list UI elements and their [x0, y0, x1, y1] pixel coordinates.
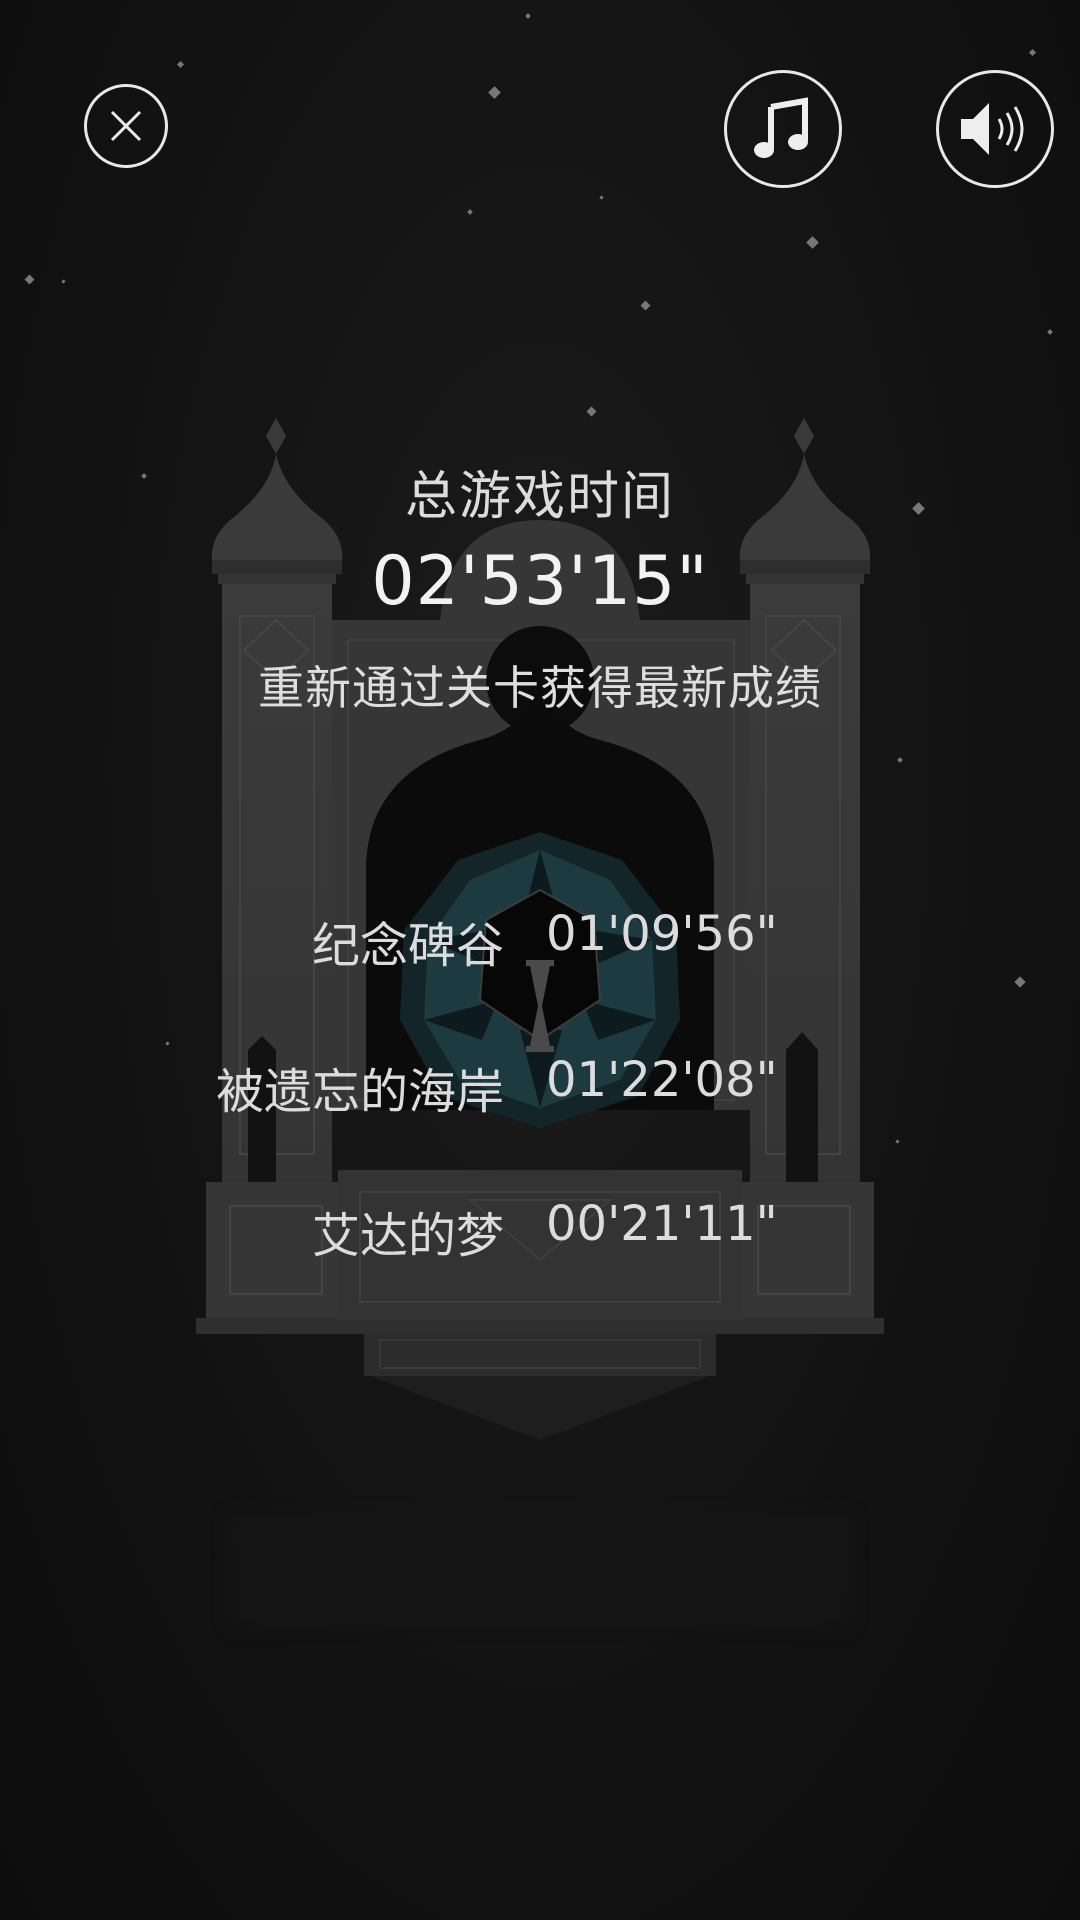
level-time: 00'21'11" [546, 1196, 778, 1252]
close-button[interactable] [84, 84, 168, 168]
level-name: 艾达的梦 [311, 1208, 504, 1264]
replay-hint-text: 重新通过关卡获得最新成绩 [258, 661, 822, 715]
total-playtime-label: 总游戏时间 [404, 467, 675, 527]
star [640, 300, 651, 311]
star [895, 1139, 900, 1144]
star [1014, 976, 1026, 988]
level-name: 纪念碑谷 [311, 918, 504, 974]
sound-toggle-button[interactable] [936, 70, 1054, 188]
star [897, 757, 903, 763]
star [488, 86, 501, 99]
level-row: 纪念碑谷 01'09'56" [0, 906, 1080, 976]
level-row: 艾达的梦 00'21'11" [0, 1196, 1080, 1266]
star [806, 236, 819, 249]
level-name: 被遗忘的海岸 [215, 1064, 504, 1120]
speaker-icon [961, 103, 1024, 155]
game-stats-screen: 总游戏时间 02'53'15" 重新通过关卡获得最新成绩 纪念碑谷 01'09'… [0, 0, 1080, 1920]
close-icon [110, 110, 142, 142]
star [525, 13, 531, 19]
star [1047, 329, 1053, 335]
ground-shadow [230, 1515, 850, 1625]
star [61, 279, 66, 284]
music-toggle-button[interactable] [724, 70, 842, 188]
star [165, 1041, 170, 1046]
total-playtime-value: 02'53'15" [371, 542, 709, 621]
music-note-icon [754, 97, 808, 158]
star [467, 209, 473, 215]
level-time: 01'09'56" [546, 906, 778, 962]
star [176, 60, 185, 69]
star [24, 274, 35, 285]
star [1028, 48, 1037, 57]
level-row: 被遗忘的海岸 01'22'08" [0, 1052, 1080, 1122]
level-time: 01'22'08" [546, 1052, 778, 1108]
star [599, 195, 604, 200]
